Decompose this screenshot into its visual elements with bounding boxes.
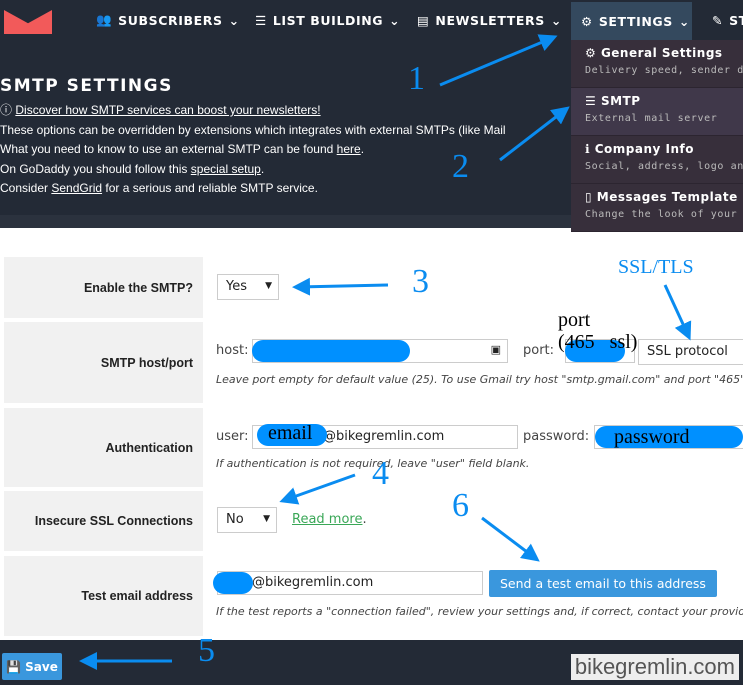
annotation-6: 6	[452, 487, 469, 524]
annotation-2: 2	[452, 148, 469, 185]
value: Yes	[226, 279, 247, 294]
server-icon: ☰	[585, 94, 601, 108]
gears-icon: ⚙	[585, 46, 601, 60]
value: @bikegremlin.com	[323, 429, 445, 444]
caret-down-icon: ▼	[265, 281, 272, 291]
nav-subscribers[interactable]: 👥 SUBSCRIBERS ⌄	[96, 0, 240, 40]
discover-link[interactable]: Discover how SMTP services can boost you…	[15, 103, 320, 117]
protocol-select[interactable]: SSL protocol	[638, 339, 743, 365]
here-link[interactable]: here	[337, 142, 361, 156]
host-label: host:	[216, 343, 249, 358]
file-icon: ▯	[585, 190, 597, 204]
text: On GoDaddy you should follow this	[0, 161, 191, 176]
mailpoet-logo[interactable]	[4, 10, 52, 34]
annotation-port-value: (465 ssl)	[558, 331, 638, 353]
gear-icon: ⚙	[581, 13, 593, 29]
page-title: SMTP SETTINGS	[0, 76, 173, 96]
password-manager-icon: ▣	[490, 343, 501, 356]
settings-dropdown: ⚙ General Settings Delivery speed, sender…	[571, 40, 743, 232]
read-more-link[interactable]: Read more	[292, 512, 362, 527]
enable-smtp-select[interactable]: Yes ▼	[217, 274, 279, 300]
chevron-down-icon: ⌄	[550, 12, 562, 28]
menu-messages-template[interactable]: ▯ Messages Template Change the look of yo…	[571, 184, 743, 232]
value: @bikegremlin.com	[252, 575, 374, 590]
info-icon: ℹ	[585, 142, 595, 156]
host-hint: Leave port empty for default value (25).…	[216, 373, 743, 386]
annotation-email: email	[268, 422, 313, 444]
insecure-ssl-select[interactable]: No ▼	[217, 507, 277, 533]
list-icon: ☰	[255, 12, 267, 28]
annotation-port: port	[558, 309, 591, 331]
password-label: password:	[523, 429, 590, 444]
row-test-email: Test email address @bikegremlin.com Send…	[4, 556, 743, 636]
users-icon: 👥	[96, 12, 113, 27]
caret-down-icon: ▼	[263, 514, 270, 524]
annotation-4: 4	[372, 455, 389, 492]
value: No	[226, 512, 244, 527]
info-icon: ⓘ	[0, 103, 13, 117]
menu-general-settings[interactable]: ⚙ General Settings Delivery speed, sender…	[571, 40, 743, 88]
redaction	[252, 340, 410, 362]
annotation-password: password	[614, 426, 690, 448]
nav-st[interactable]: ✎ST	[712, 0, 743, 40]
user-label: user:	[216, 429, 249, 444]
annotation-1: 1	[408, 60, 425, 97]
text: for a serious and reliable SMTP service.	[102, 181, 318, 195]
text: What you need to know to use an external…	[0, 142, 337, 156]
menu-company-info[interactable]: ℹ Company InfoSocial, address, logo and …	[571, 136, 743, 184]
override-text: These options can be overridden by exten…	[0, 122, 506, 137]
label: SMTP host/port	[4, 322, 203, 403]
pencil-icon: ✎	[712, 12, 724, 28]
annotation-3: 3	[412, 263, 429, 300]
sendgrid-link[interactable]: SendGrid	[51, 181, 102, 195]
value: SSL protocol	[647, 344, 728, 359]
chevron-down-icon: ⌄	[228, 12, 240, 28]
label: Test email address	[4, 556, 203, 636]
save-button[interactable]: 💾 Save	[2, 653, 62, 680]
redaction	[213, 572, 253, 594]
test-email-input[interactable]: @bikegremlin.com	[217, 571, 483, 595]
floppy-icon: 💾	[6, 659, 22, 674]
port-label: port:	[523, 343, 555, 358]
menu-smtp[interactable]: ☰ SMTP External mail server	[571, 88, 743, 136]
send-test-email-button[interactable]: Send a test email to this address	[489, 570, 717, 597]
chevron-down-icon: ⌄	[389, 12, 401, 28]
nav-settings[interactable]: ⚙ SETTINGS ⌄	[571, 2, 692, 40]
label: Insecure SSL Connections	[4, 491, 203, 551]
watermark: bikegremlin.com	[570, 654, 739, 680]
chevron-down-icon: ⌄	[678, 13, 690, 29]
label: Enable the SMTP?	[4, 257, 203, 318]
test-hint: If the test reports a "connection failed…	[216, 605, 743, 618]
annotation-5: 5	[198, 632, 215, 669]
special-setup-link[interactable]: special setup	[191, 162, 261, 176]
footer-bar: 💾 Save bikegremlin.com	[0, 640, 743, 685]
nav-list-building[interactable]: ☰ LIST BUILDING ⌄	[255, 0, 400, 40]
label: Authentication	[4, 408, 203, 487]
annotation-ssl-tls: SSL/TLS	[618, 256, 694, 278]
newspaper-icon: ▤	[417, 12, 430, 28]
text: Consider	[0, 181, 52, 195]
row-insecure-ssl: Insecure SSL Connections No ▼ Read more.	[4, 491, 743, 551]
nav-newsletters[interactable]: ▤ NEWSLETTERS ⌄	[417, 0, 562, 40]
